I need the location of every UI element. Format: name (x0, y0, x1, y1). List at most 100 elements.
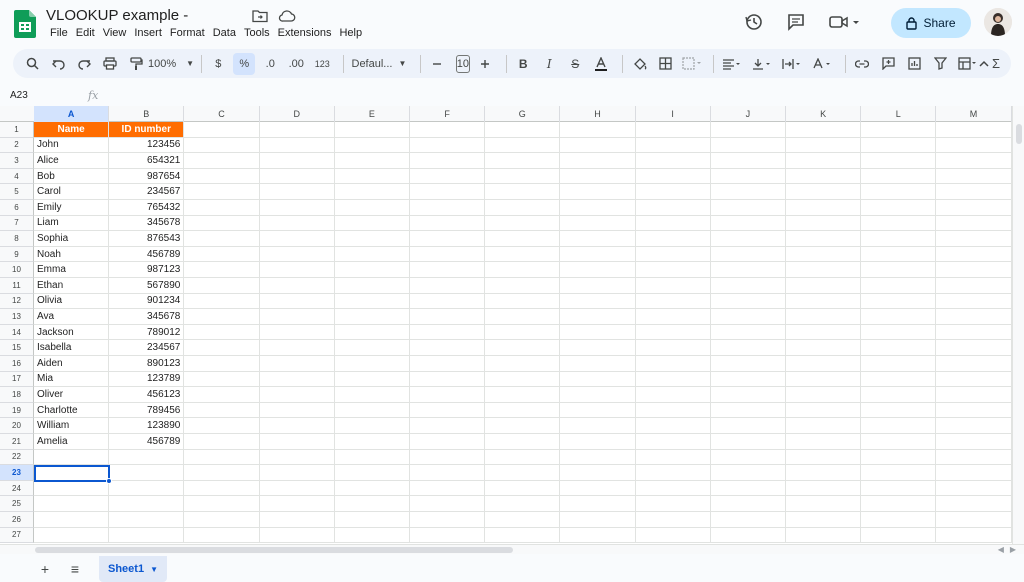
cell-k9[interactable] (786, 246, 862, 263)
cell-a2[interactable]: John (34, 137, 110, 154)
cell-e12[interactable] (334, 293, 410, 310)
cell-e15[interactable] (334, 340, 410, 356)
font-select[interactable]: Defaul... ▼ (350, 53, 410, 75)
cell-i5[interactable] (635, 184, 711, 200)
cell-a21[interactable]: Amelia (34, 434, 110, 450)
cell-d7[interactable] (259, 215, 335, 232)
cell-a27[interactable] (34, 527, 110, 544)
cell-d20[interactable] (259, 418, 335, 434)
cell-h7[interactable] (560, 215, 636, 232)
formula-input[interactable] (106, 86, 1024, 104)
cell-a23[interactable] (34, 465, 110, 481)
cell-l7[interactable] (861, 215, 937, 232)
cell-m7[interactable] (936, 215, 1012, 232)
scroll-right-icon[interactable]: ▶ (1010, 545, 1016, 554)
cell-l27[interactable] (861, 527, 937, 544)
cell-l14[interactable] (861, 324, 937, 341)
cell-l21[interactable] (861, 434, 937, 450)
cell-h3[interactable] (560, 153, 636, 169)
cell-k4[interactable] (786, 168, 862, 185)
cell-h9[interactable] (560, 246, 636, 263)
cell-m13[interactable] (936, 309, 1012, 325)
row-header[interactable]: 9 (0, 246, 34, 263)
cell-e26[interactable] (334, 512, 410, 528)
menu-help[interactable]: Help (335, 27, 366, 39)
column-header-b[interactable]: B (109, 106, 185, 122)
cell-h5[interactable] (560, 184, 636, 200)
cell-d17[interactable] (259, 371, 335, 388)
cell-g9[interactable] (485, 246, 561, 263)
cell-h26[interactable] (560, 512, 636, 528)
cell-d22[interactable] (259, 449, 335, 466)
cell-h4[interactable] (560, 168, 636, 185)
cell-b14[interactable]: 789012 (109, 324, 185, 341)
cell-g21[interactable] (485, 434, 561, 450)
cell-k14[interactable] (786, 324, 862, 341)
cell-m5[interactable] (936, 184, 1012, 200)
cell-e9[interactable] (334, 246, 410, 263)
cell-c23[interactable] (184, 465, 260, 481)
cell-e14[interactable] (334, 324, 410, 341)
cell-b7[interactable]: 345678 (109, 215, 185, 232)
column-header-m[interactable]: M (936, 106, 1012, 122)
cell-l22[interactable] (861, 449, 937, 466)
cell-m2[interactable] (936, 137, 1012, 154)
cell-l18[interactable] (861, 387, 937, 403)
row-header[interactable]: 4 (0, 168, 34, 185)
column-header-d[interactable]: D (260, 106, 335, 122)
cell-g10[interactable] (485, 262, 561, 278)
row-header[interactable]: 11 (0, 278, 34, 294)
cell-m25[interactable] (936, 496, 1012, 512)
collapse-toolbar-icon[interactable] (973, 53, 995, 75)
cell-d23[interactable] (259, 465, 335, 481)
cell-a22[interactable] (34, 449, 110, 466)
borders-icon[interactable] (655, 53, 677, 75)
cell-j2[interactable] (710, 137, 786, 154)
cell-k19[interactable] (786, 402, 862, 419)
font-size-input[interactable]: 10 (455, 54, 470, 73)
text-color-icon[interactable] (590, 53, 612, 75)
cell-e7[interactable] (334, 215, 410, 232)
cell-d25[interactable] (259, 496, 335, 512)
cell-l5[interactable] (861, 184, 937, 200)
percent-format-button[interactable]: % (233, 52, 256, 75)
cell-e19[interactable] (334, 402, 410, 419)
cell-k2[interactable] (786, 137, 862, 154)
cell-i7[interactable] (635, 215, 711, 232)
cell-l15[interactable] (861, 340, 937, 356)
cell-a25[interactable] (34, 496, 110, 512)
cell-l6[interactable] (861, 200, 937, 216)
cell-g25[interactable] (485, 496, 561, 512)
cell-i1[interactable] (635, 122, 711, 138)
menu-extensions[interactable]: Extensions (274, 27, 336, 39)
cell-i21[interactable] (635, 434, 711, 450)
cell-l4[interactable] (861, 168, 937, 185)
cell-i17[interactable] (635, 371, 711, 388)
cell-d3[interactable] (259, 153, 335, 169)
sheet-tab-sheet1[interactable]: Sheet1 ▼ (99, 556, 167, 582)
cell-l23[interactable] (861, 465, 937, 481)
cell-c11[interactable] (184, 278, 260, 294)
column-header-f[interactable]: F (410, 106, 486, 122)
cell-e8[interactable] (334, 231, 410, 247)
row-header[interactable]: 20 (0, 418, 34, 434)
cell-f4[interactable] (410, 168, 486, 185)
cell-m23[interactable] (936, 465, 1012, 481)
cell-j13[interactable] (710, 309, 786, 325)
cell-d14[interactable] (259, 324, 335, 341)
horizontal-scroll-thumb[interactable] (35, 547, 513, 553)
cell-d11[interactable] (259, 278, 335, 294)
cell-k16[interactable] (786, 356, 862, 372)
vertical-scrollbar[interactable] (1012, 106, 1024, 544)
cell-a17[interactable]: Mia (34, 371, 110, 388)
column-header-c[interactable]: C (184, 106, 260, 122)
cell-f22[interactable] (410, 449, 486, 466)
cell-a9[interactable]: Noah (34, 246, 110, 263)
cell-e24[interactable] (334, 480, 410, 497)
cell-j16[interactable] (710, 356, 786, 372)
scroll-left-icon[interactable]: ◀ (998, 545, 1004, 554)
cell-d24[interactable] (259, 480, 335, 497)
cell-f13[interactable] (410, 309, 486, 325)
cell-j20[interactable] (710, 418, 786, 434)
fill-color-icon[interactable] (629, 53, 651, 75)
